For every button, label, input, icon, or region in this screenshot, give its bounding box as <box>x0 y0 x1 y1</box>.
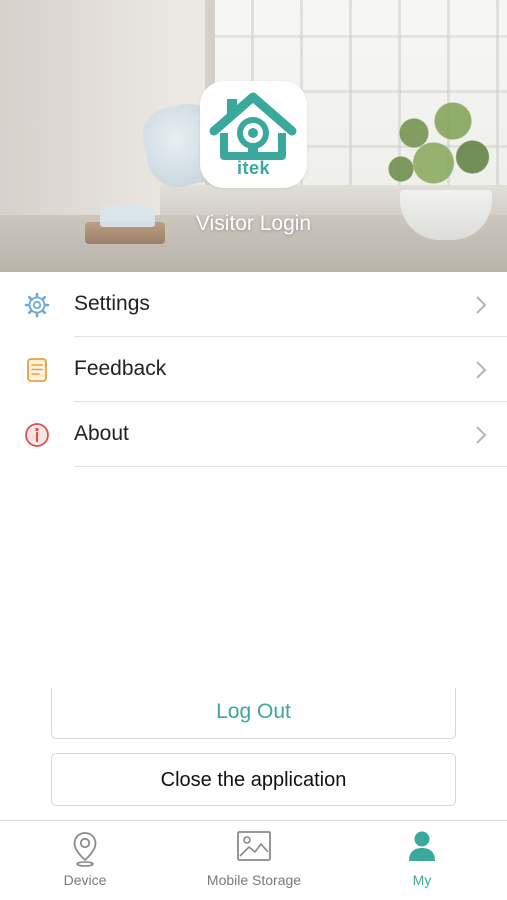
close-application-button[interactable]: Close the application <box>51 753 456 806</box>
bottom-tab-bar: Device Mobile Storage My <box>0 820 507 900</box>
app-logo[interactable]: itek <box>200 81 307 188</box>
info-icon <box>25 423 49 447</box>
chevron-right-icon <box>476 426 487 444</box>
person-icon <box>409 831 435 861</box>
location-pin-icon <box>73 832 97 867</box>
tab-device[interactable]: Device <box>25 821 145 900</box>
menu-label-settings: Settings <box>74 292 150 315</box>
menu-item-settings[interactable]: Settings <box>0 272 507 337</box>
notepad-icon <box>27 358 47 382</box>
chevron-right-icon <box>476 361 487 379</box>
tab-label-my: My <box>412 872 432 888</box>
chevron-right-icon <box>476 296 487 314</box>
profile-header: itek Visitor Login <box>0 0 507 272</box>
menu-label-feedback: Feedback <box>74 357 167 380</box>
gear-icon <box>24 292 50 318</box>
tab-label-device: Device <box>63 872 107 888</box>
image-icon <box>237 831 271 861</box>
header-plant <box>375 85 505 205</box>
menu-item-about[interactable]: About <box>0 402 507 467</box>
menu-label-about: About <box>74 422 129 445</box>
brand-text: itek <box>236 158 271 178</box>
tab-mobile-storage[interactable]: Mobile Storage <box>188 821 320 900</box>
tab-label-mobile-storage: Mobile Storage <box>206 872 302 888</box>
tab-my[interactable]: My <box>362 821 482 900</box>
settings-menu: Settings Feedback About <box>0 272 507 467</box>
menu-item-feedback[interactable]: Feedback <box>0 337 507 402</box>
visitor-login-link[interactable]: Visitor Login <box>0 212 507 236</box>
logout-button[interactable]: Log Out <box>51 688 456 739</box>
divider <box>74 466 507 467</box>
